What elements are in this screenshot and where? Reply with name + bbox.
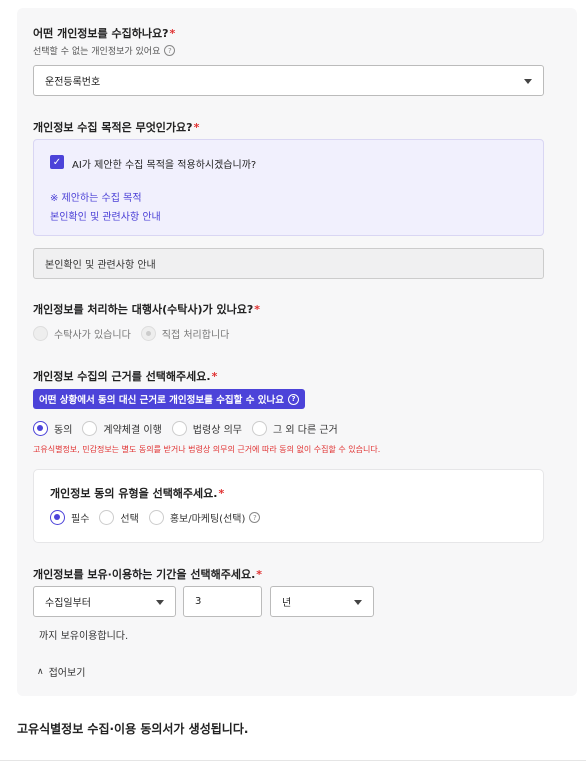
retention-unit-select[interactable]: 년 — [270, 586, 374, 617]
footer-title: 고유식별정보 수집·이용 동의서가 생성됩니다. — [17, 722, 249, 736]
help-icon: ? — [287, 393, 299, 405]
radio-label: 직접 처리합니다 — [161, 330, 230, 341]
basis-radio-group: 동의 계약체결 이행 법령상 의무 그 외 다른 근거 — [33, 421, 348, 436]
purpose-field[interactable]: 본인확인 및 관련사항 안내 — [33, 248, 544, 279]
radio-consent[interactable] — [33, 421, 48, 436]
ai-apply-checkbox[interactable]: ✓ — [50, 155, 64, 169]
chevron-down-icon — [524, 78, 532, 84]
retention-suffix: 까지 보유이용합니다. — [39, 631, 129, 642]
radio-label: 필수 — [71, 514, 90, 525]
data-type-select[interactable]: 운전등록번호 — [33, 65, 544, 96]
question-processor-title: 개인정보를 처리하는 대행사(수탁사)가 있나요?* — [33, 303, 260, 316]
radio-self-process[interactable] — [140, 326, 156, 341]
help-icon[interactable]: ? — [249, 512, 261, 523]
required-mark: * — [254, 303, 260, 316]
required-mark: * — [211, 370, 218, 383]
radio-optional[interactable] — [99, 510, 115, 525]
radio-other-basis[interactable] — [251, 421, 267, 436]
basis-warning: 고유식별정보, 민감정보는 별도 동의를 받거나 법령상 의무의 근거에 따라 … — [33, 445, 381, 454]
question-data-type-title: 어떤 개인정보를 수집하나요?* — [33, 27, 176, 40]
check-icon: ✓ — [52, 156, 62, 168]
radio-label: 수탁사가 있습니다 — [54, 330, 131, 341]
chevron-down-icon — [354, 599, 362, 605]
collapse-button[interactable]: ∧ 접어보기 — [37, 664, 86, 680]
ai-suggest-value: 본인확인 및 관련사항 안내 — [50, 212, 161, 223]
radio-label: 그 외 다른 근거 — [272, 425, 338, 436]
radio-label: 동의 — [54, 425, 73, 436]
retention-amount-input[interactable]: 3 — [183, 586, 262, 617]
radio-label: 법령상 의무 — [192, 425, 242, 436]
required-mark: * — [193, 121, 200, 134]
question-purpose-title: 개인정보 수집 목적은 무엇인가요?* — [33, 121, 200, 134]
required-mark: * — [169, 27, 176, 40]
ai-suggest-heading: ※ 제안하는 수집 목적 — [50, 193, 142, 204]
ai-apply-label: AI가 제안한 수집 목적을 적용하시겠습니까? — [72, 160, 257, 171]
radio-contract[interactable] — [82, 421, 98, 436]
processor-radio-group: 수탁사가 있습니다 직접 처리합니다 — [33, 326, 239, 341]
chevron-up-icon: ∧ — [37, 666, 44, 677]
chevron-down-icon — [156, 599, 164, 605]
radio-has-processor[interactable] — [33, 326, 48, 341]
question-basis-title: 개인정보 수집의 근거를 선택해주세요.* — [33, 370, 218, 383]
question-data-type-subtitle: 선택할 수 없는 개인정보가 있어요? — [33, 44, 176, 57]
required-mark: * — [218, 487, 225, 500]
radio-legal-duty[interactable] — [171, 421, 187, 436]
question-retention-title: 개인정보를 보유·이용하는 기간을 선택해주세요.* — [33, 568, 263, 581]
help-icon[interactable]: ? — [164, 45, 176, 56]
consent-type-card — [33, 469, 544, 543]
required-mark: * — [256, 568, 263, 581]
radio-label: 홍보/마케팅(선택) — [169, 514, 246, 525]
question-consent-type-title: 개인정보 동의 유형을 선택해주세요.* — [50, 487, 225, 500]
basis-hint-button[interactable]: 어떤 상황에서 동의 대신 근거로 개인정보를 수집할 수 있나요? — [33, 389, 305, 409]
consent-type-radio-group: 필수 선택 홍보/마케팅(선택) ? — [50, 510, 261, 525]
radio-label: 계약체결 이행 — [103, 425, 162, 436]
radio-label: 선택 — [120, 514, 139, 525]
collapse-label: 접어보기 — [48, 668, 86, 679]
bottom-divider — [0, 760, 586, 761]
retention-start-select[interactable]: 수집일부터 — [33, 586, 176, 617]
radio-marketing[interactable] — [148, 510, 164, 525]
radio-required[interactable] — [50, 510, 65, 525]
